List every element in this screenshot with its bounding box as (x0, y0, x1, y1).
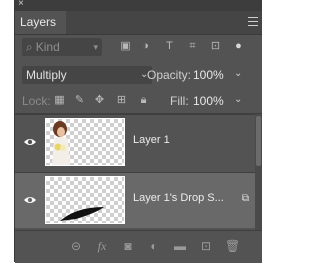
chevron-down-icon[interactable]: ⌄ (234, 68, 242, 79)
filter-toggle-icon[interactable]: ● (232, 40, 245, 53)
lock-position-icon[interactable]: ✥ (93, 94, 106, 107)
lock-label: Lock: (22, 94, 51, 108)
eye-icon[interactable] (23, 195, 37, 205)
shape-filter-icon[interactable]: ⌗ (186, 40, 199, 53)
tab-bar: Layers (15, 11, 262, 35)
lock-row: Lock: ▦ ✎ ✥ ⊞ 🔒︎ Fill: 100% ⌄ (15, 92, 262, 112)
layer-name[interactable]: Layer 1's Drop S... (133, 192, 224, 204)
fx-icon[interactable]: fx (95, 239, 109, 253)
layer-row[interactable]: Layer 1 (15, 114, 255, 170)
kind-filter-select[interactable]: ⌕ Kind ▾ (22, 38, 102, 56)
kind-placeholder: Kind (35, 40, 60, 54)
bride-image (52, 121, 70, 165)
lock-image-icon[interactable]: ✎ (73, 94, 86, 107)
new-layer-icon[interactable]: ⊡ (199, 239, 213, 253)
chevron-down-icon[interactable]: ⌄ (234, 94, 242, 105)
layer-thumbnail[interactable] (45, 176, 125, 224)
lock-artboard-icon[interactable]: ⊞ (115, 94, 128, 107)
adjustment-layer-icon[interactable]: ◐ (147, 239, 161, 253)
linked-layer-icon: ⧉ (241, 193, 250, 204)
opacity-field[interactable]: 100% (193, 66, 224, 84)
opacity-label: Opacity: (147, 68, 192, 82)
chevron-down-icon: ▾ (93, 42, 98, 52)
blend-row: Multiply ⌄ Opacity: 100% ⌄ (15, 66, 262, 86)
scrollbar[interactable] (255, 114, 262, 230)
lock-all-icon[interactable]: 🔒︎ (137, 94, 150, 107)
image-filter-icon[interactable]: ▣ (119, 40, 132, 53)
scrollbar-thumb[interactable] (256, 116, 261, 166)
layer-name[interactable]: Layer 1 (133, 134, 170, 146)
fill-field[interactable]: 100% (193, 92, 224, 110)
blend-mode-value: Multiply (26, 68, 67, 82)
type-filter-icon[interactable]: T (163, 40, 176, 53)
menu-icon[interactable] (248, 17, 258, 29)
panel-top-strip: × (15, 0, 262, 11)
lock-transparent-icon[interactable]: ▦ (53, 94, 66, 107)
layer-row[interactable]: Layer 1's Drop S... ⧉ (15, 172, 255, 228)
layer-thumbnail[interactable] (45, 118, 125, 166)
shadow-image (60, 207, 104, 221)
eye-icon[interactable] (23, 137, 37, 147)
fill-label: Fill: (170, 94, 189, 108)
smart-object-filter-icon[interactable]: ⊡ (209, 40, 222, 53)
add-mask-icon[interactable]: ◙ (121, 239, 135, 253)
bottom-toolbar: ⊝ fx ◙ ◐ ▬ ⊡ 🗑︎ (15, 230, 262, 263)
close-icon[interactable]: × (18, 0, 24, 9)
new-group-icon[interactable]: ▬ (173, 239, 187, 253)
blend-mode-select[interactable]: Multiply ⌄ (22, 66, 152, 84)
layers-panel: × Layers ⌕ Kind ▾ ▣ ◑ T ⌗ ⊡ ● Multiply ⌄ … (14, 0, 262, 263)
filter-row: ⌕ Kind ▾ ▣ ◑ T ⌗ ⊡ ● (15, 38, 262, 58)
link-layers-icon[interactable]: ⊝ (69, 239, 83, 253)
adjustment-filter-icon[interactable]: ◑ (139, 40, 152, 53)
tab-layers[interactable]: Layers (15, 11, 66, 34)
delete-icon[interactable]: 🗑︎ (225, 239, 240, 253)
search-icon: ⌕ (26, 40, 33, 54)
